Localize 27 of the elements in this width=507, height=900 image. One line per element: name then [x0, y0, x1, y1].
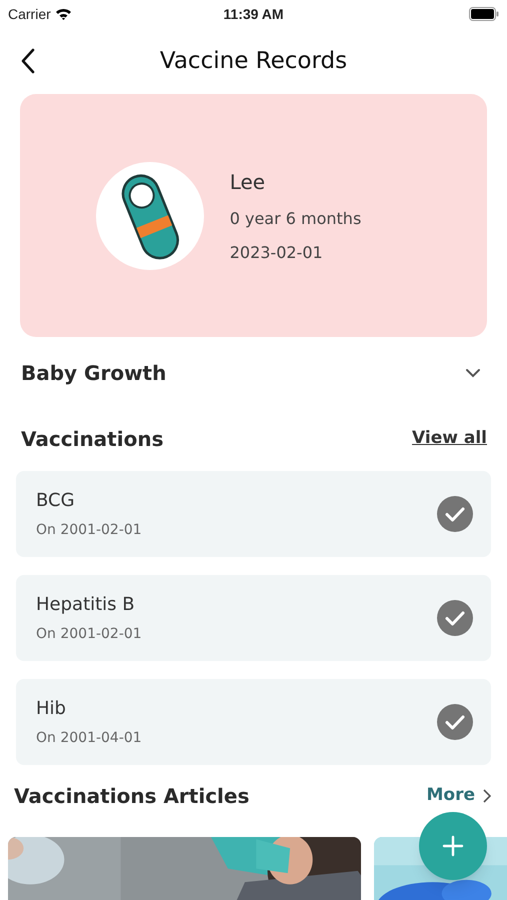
vaccine-name: Hib — [36, 697, 67, 721]
section-title: Vaccinations Articles — [14, 783, 250, 810]
section-title: Vaccinations — [21, 426, 164, 453]
vaccine-date: On 2001-04-01 — [36, 729, 142, 748]
baby-age: 0 year 6 months — [230, 208, 362, 230]
vaccine-card[interactable]: BCG On 2001-02-01 — [16, 471, 491, 557]
wifi-icon — [54, 8, 72, 20]
plus-icon — [442, 835, 464, 857]
birth-date: 2023-02-01 — [230, 242, 324, 264]
vaccine-card[interactable]: Hepatitis B On 2001-02-01 — [16, 575, 491, 661]
clock-time: 11:39 AM — [223, 4, 284, 24]
view-all-link[interactable]: View all — [412, 426, 487, 452]
check-icon — [437, 496, 473, 532]
battery-icon — [469, 7, 499, 21]
baby-growth-header[interactable]: Baby Growth — [0, 337, 507, 409]
check-icon — [437, 600, 473, 636]
vaccine-date: On 2001-02-01 — [36, 521, 142, 540]
more-link[interactable]: More — [426, 783, 491, 809]
vaccine-card[interactable]: Hib On 2001-04-01 — [16, 679, 491, 765]
baby-name: Lee — [230, 168, 266, 196]
chevron-right-icon — [483, 789, 491, 803]
carrier-label: Carrier — [8, 4, 51, 24]
vaccine-name: BCG — [36, 489, 76, 513]
vaccine-name: Hepatitis B — [36, 593, 136, 617]
check-icon — [437, 704, 473, 740]
vaccine-date: On 2001-02-01 — [36, 625, 142, 644]
page-title: Vaccine Records — [160, 46, 348, 76]
